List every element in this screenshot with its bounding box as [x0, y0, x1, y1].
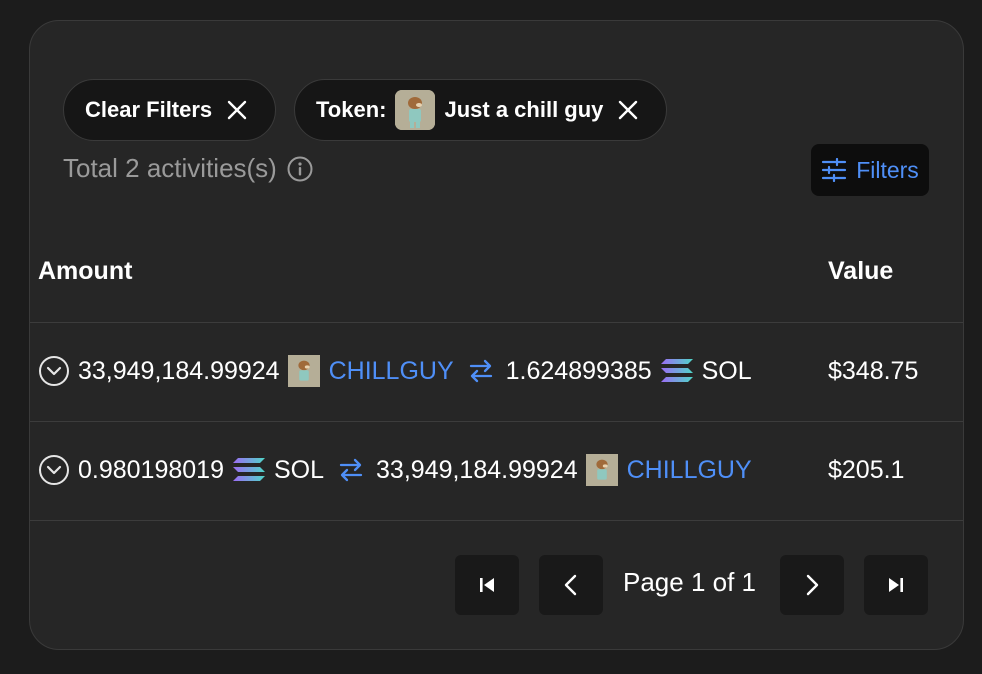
- table-row: 0.980198019 SOL 33,949,184.99924 CHILLGU…: [38, 440, 958, 500]
- column-header-amount: Amount: [38, 257, 133, 285]
- previous-page-button[interactable]: [539, 555, 603, 615]
- clear-filters-label: Clear Filters: [85, 97, 213, 122]
- token-filter-chip[interactable]: Token: Just a chill guy: [294, 79, 667, 141]
- total-activities: Total 2 activities(s): [63, 153, 313, 184]
- swap-arrows-icon: [469, 359, 492, 383]
- chevron-down-circle-icon[interactable]: [38, 355, 70, 387]
- divider: [30, 421, 963, 422]
- to-amount: 33,949,184.99924: [376, 455, 578, 484]
- token-link[interactable]: CHILLGUY: [329, 357, 454, 386]
- page-indicator: Page 1 of 1: [623, 567, 756, 597]
- chillguy-token-icon: [585, 454, 618, 486]
- row-value: $348.75: [828, 356, 919, 385]
- row-value: $205.1: [828, 455, 905, 484]
- token-filter-name: Just a chill guy: [444, 97, 604, 122]
- divider: [30, 322, 963, 323]
- close-icon[interactable]: [226, 99, 248, 121]
- chillguy-token-icon: [287, 355, 320, 387]
- last-page-button[interactable]: [864, 555, 928, 615]
- total-activities-text: Total 2 activities(s): [63, 153, 277, 183]
- filters-button-label: Filters: [856, 156, 919, 183]
- chevron-right-icon: [806, 574, 819, 596]
- sliders-icon: [822, 158, 847, 182]
- close-icon[interactable]: [617, 99, 639, 121]
- to-amount: 1.624899385: [505, 356, 652, 385]
- activity-card: Clear Filters Token: Just a chill guy To…: [29, 20, 964, 650]
- last-page-icon: [889, 578, 903, 592]
- chevron-left-icon: [564, 574, 577, 596]
- from-symbol: SOL: [273, 455, 325, 484]
- token-filter-prefix: Token:: [316, 97, 387, 122]
- from-amount: 0.980198019: [78, 455, 224, 484]
- next-page-button[interactable]: [780, 555, 844, 615]
- first-page-button[interactable]: [455, 555, 519, 615]
- first-page-icon: [480, 578, 494, 592]
- solana-logo-icon: [660, 359, 693, 382]
- filters-button[interactable]: Filters: [811, 144, 929, 196]
- clear-filters-chip[interactable]: Clear Filters: [63, 79, 276, 141]
- token-link[interactable]: CHILLGUY: [627, 456, 752, 485]
- column-header-value: Value: [828, 257, 894, 285]
- divider: [30, 520, 963, 521]
- info-icon[interactable]: [287, 156, 313, 182]
- swap-arrows-icon: [339, 458, 363, 482]
- table-row: 33,949,184.99924 CHILLGUY 1.624899385 SO…: [38, 341, 958, 401]
- chillguy-token-icon: [395, 90, 436, 130]
- from-amount: 33,949,184.99924: [78, 356, 280, 385]
- to-symbol: SOL: [701, 356, 752, 385]
- chevron-down-circle-icon[interactable]: [38, 454, 70, 486]
- solana-logo-icon: [232, 458, 265, 481]
